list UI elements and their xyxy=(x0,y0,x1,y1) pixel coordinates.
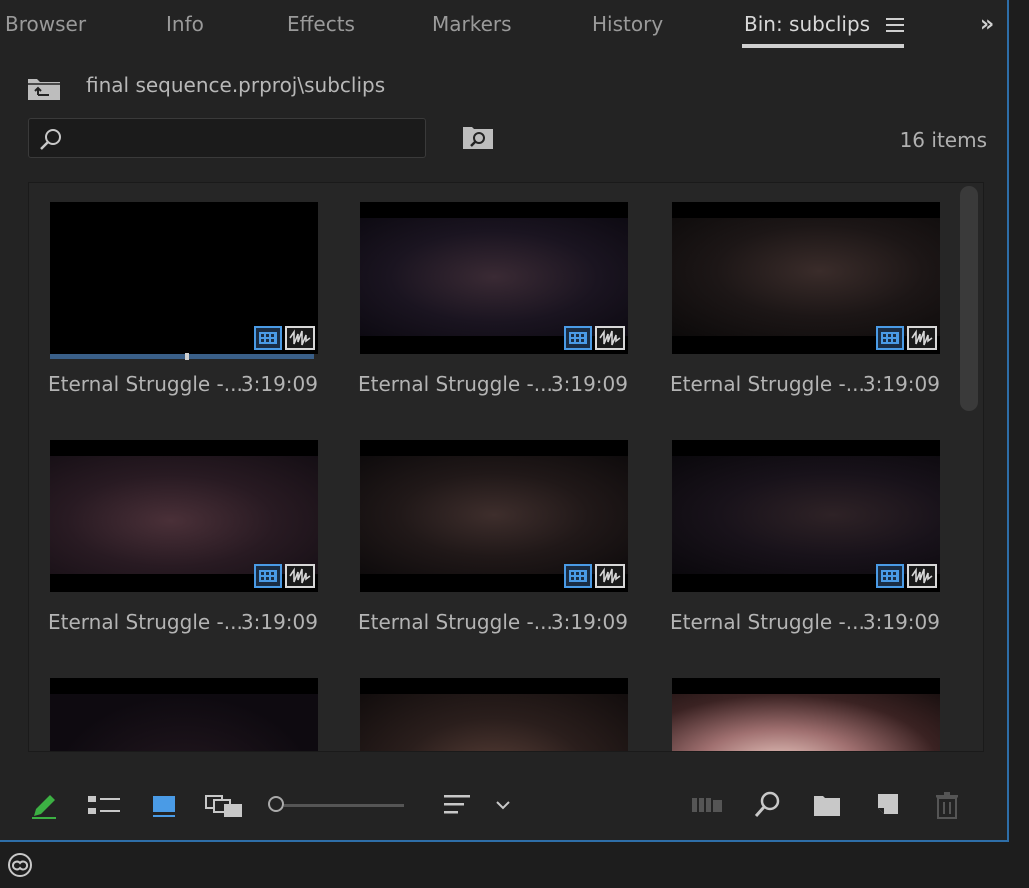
clip-thumbnail[interactable] xyxy=(50,678,318,751)
status-bar xyxy=(0,842,1029,888)
list-view-icon[interactable] xyxy=(86,790,122,820)
clip-duration: 3:19:09 xyxy=(550,610,628,634)
panel-tabs: Browser Info Effects Markers History Bin… xyxy=(0,0,1007,52)
bottom-toolbar xyxy=(0,770,1007,840)
audio-icon xyxy=(285,326,315,350)
video-icon xyxy=(254,326,282,350)
search-icon xyxy=(40,129,61,150)
clip-name: Eternal Struggle -... xyxy=(358,610,553,634)
tab-browser[interactable]: Browser xyxy=(5,12,86,36)
clip-duration: 3:19:09 xyxy=(240,610,318,634)
search-input[interactable] xyxy=(73,125,417,153)
more-tabs-icon[interactable]: » xyxy=(980,12,994,37)
clip-name: Eternal Struggle -... xyxy=(48,372,243,396)
tab-markers[interactable]: Markers xyxy=(432,12,512,36)
tab-info[interactable]: Info xyxy=(166,12,204,36)
find-icon[interactable] xyxy=(752,790,782,820)
zoom-slider-knob[interactable] xyxy=(268,796,284,812)
clip-duration: 3:19:09 xyxy=(862,610,940,634)
active-tab-indicator xyxy=(742,44,904,48)
bin-path: final sequence.prproj\subclips xyxy=(86,73,386,97)
new-item-icon[interactable] xyxy=(874,790,902,820)
video-icon xyxy=(564,564,592,588)
sort-icon[interactable] xyxy=(442,790,472,820)
clip-duration: 3:19:09 xyxy=(550,372,628,396)
audio-icon xyxy=(595,564,625,588)
pencil-icon[interactable] xyxy=(30,790,58,820)
search-field[interactable] xyxy=(28,118,426,158)
clip-grid: Eternal Struggle -... 3:19:09 Eternal St… xyxy=(28,182,984,752)
clip-thumbnail[interactable] xyxy=(360,202,628,354)
trash-icon[interactable] xyxy=(934,790,960,820)
clip-name: Eternal Struggle -... xyxy=(48,610,243,634)
clip-playhead-bar[interactable] xyxy=(50,353,314,360)
creative-cloud-icon[interactable] xyxy=(4,852,36,878)
panel-menu-icon[interactable] xyxy=(886,18,904,34)
clip-thumbnail[interactable] xyxy=(672,440,940,592)
zoom-slider[interactable] xyxy=(284,804,404,807)
item-count: 16 items xyxy=(899,128,987,152)
clip-thumbnail[interactable] xyxy=(50,440,318,592)
tab-effects[interactable]: Effects xyxy=(287,12,355,36)
clip-name: Eternal Struggle -... xyxy=(670,372,865,396)
grid-scrollbar[interactable] xyxy=(960,186,978,411)
clip-name: Eternal Struggle -... xyxy=(358,372,553,396)
video-icon xyxy=(254,564,282,588)
icon-view-icon[interactable] xyxy=(150,790,178,820)
video-icon xyxy=(564,326,592,350)
project-panel: Browser Info Effects Markers History Bin… xyxy=(0,0,1009,842)
parent-bin-icon[interactable] xyxy=(27,75,61,101)
audio-icon xyxy=(907,564,937,588)
clip-duration: 3:19:09 xyxy=(862,372,940,396)
audio-icon xyxy=(907,326,937,350)
chevron-down-icon[interactable] xyxy=(494,790,512,820)
clip-name: Eternal Struggle -... xyxy=(670,610,865,634)
clip-duration: 3:19:09 xyxy=(240,372,318,396)
new-bin-icon[interactable] xyxy=(812,790,842,820)
freeform-view-icon[interactable] xyxy=(204,790,244,820)
clip-thumbnail[interactable] xyxy=(360,440,628,592)
audio-icon xyxy=(285,564,315,588)
clip-thumbnail[interactable] xyxy=(50,202,318,354)
audio-icon xyxy=(595,326,625,350)
clip-thumbnail[interactable] xyxy=(672,202,940,354)
tab-history[interactable]: History xyxy=(592,12,663,36)
clip-thumbnail[interactable] xyxy=(672,678,940,751)
clip-thumbnail[interactable] xyxy=(360,678,628,751)
automate-to-sequence-icon[interactable] xyxy=(690,790,724,820)
video-icon xyxy=(876,326,904,350)
find-icon[interactable] xyxy=(462,124,494,150)
tab-bin-subclips[interactable]: Bin: subclips xyxy=(744,12,870,36)
video-icon xyxy=(876,564,904,588)
